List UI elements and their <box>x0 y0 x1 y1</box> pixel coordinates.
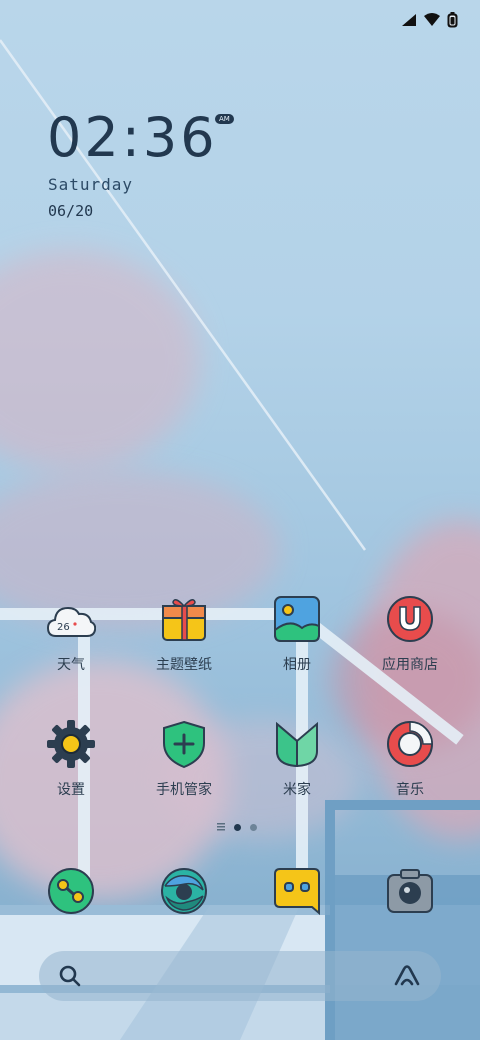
camera-icon <box>387 869 433 913</box>
app-gallery[interactable]: 相册 <box>247 594 347 674</box>
gallery-icon <box>274 596 320 642</box>
battery-icon <box>447 12 458 28</box>
search-icon[interactable] <box>59 965 81 987</box>
search-bar[interactable] <box>39 951 441 1001</box>
app-weather[interactable]: 26 天气 <box>21 594 121 674</box>
security-icon <box>163 720 205 769</box>
weather-temp: 26 <box>57 622 70 633</box>
dock-messages[interactable] <box>247 866 347 916</box>
signal-icon <box>402 14 416 26</box>
app-mi-home[interactable]: 米家 <box>247 719 347 799</box>
dock-phone[interactable] <box>21 866 121 916</box>
app-store[interactable]: 应用商店 <box>360 594 460 674</box>
page-dot-active[interactable] <box>234 823 241 831</box>
clock-date: 06/20 <box>48 202 94 220</box>
dock-camera[interactable] <box>360 866 460 916</box>
app-label: 应用商店 <box>382 657 438 673</box>
app-label: 天气 <box>57 657 85 673</box>
app-label: 设置 <box>57 782 85 798</box>
app-label: 音乐 <box>396 782 424 798</box>
app-music[interactable]: 音乐 <box>360 719 460 799</box>
app-label: 主题壁纸 <box>156 657 212 673</box>
browser-icon <box>161 868 207 914</box>
menu-lines-icon <box>217 823 225 831</box>
music-icon <box>387 721 433 767</box>
messages-icon <box>274 868 320 916</box>
themes-icon <box>162 599 206 641</box>
wifi-icon <box>424 13 440 26</box>
status-bar <box>401 12 458 28</box>
assistant-icon[interactable] <box>393 965 421 987</box>
settings-icon <box>47 720 95 768</box>
app-settings[interactable]: 设置 <box>21 719 121 799</box>
app-label: 米家 <box>283 782 311 798</box>
page-dot[interactable] <box>250 823 257 831</box>
phone-icon <box>48 868 94 914</box>
dock-browser[interactable] <box>134 866 234 916</box>
weather-icon: 26 <box>46 606 96 637</box>
app-themes[interactable]: 主题壁纸 <box>134 594 234 674</box>
page-indicator <box>217 823 257 831</box>
clock-day: Saturday <box>48 175 134 194</box>
app-label: 相册 <box>283 657 311 673</box>
mi-home-icon <box>276 721 318 768</box>
clock-time[interactable]: 02:36 <box>47 110 218 166</box>
app-label: 手机管家 <box>156 782 212 798</box>
app-store-icon <box>387 596 433 642</box>
am-pm-badge: AM <box>215 114 234 124</box>
app-security[interactable]: 手机管家 <box>134 719 234 799</box>
